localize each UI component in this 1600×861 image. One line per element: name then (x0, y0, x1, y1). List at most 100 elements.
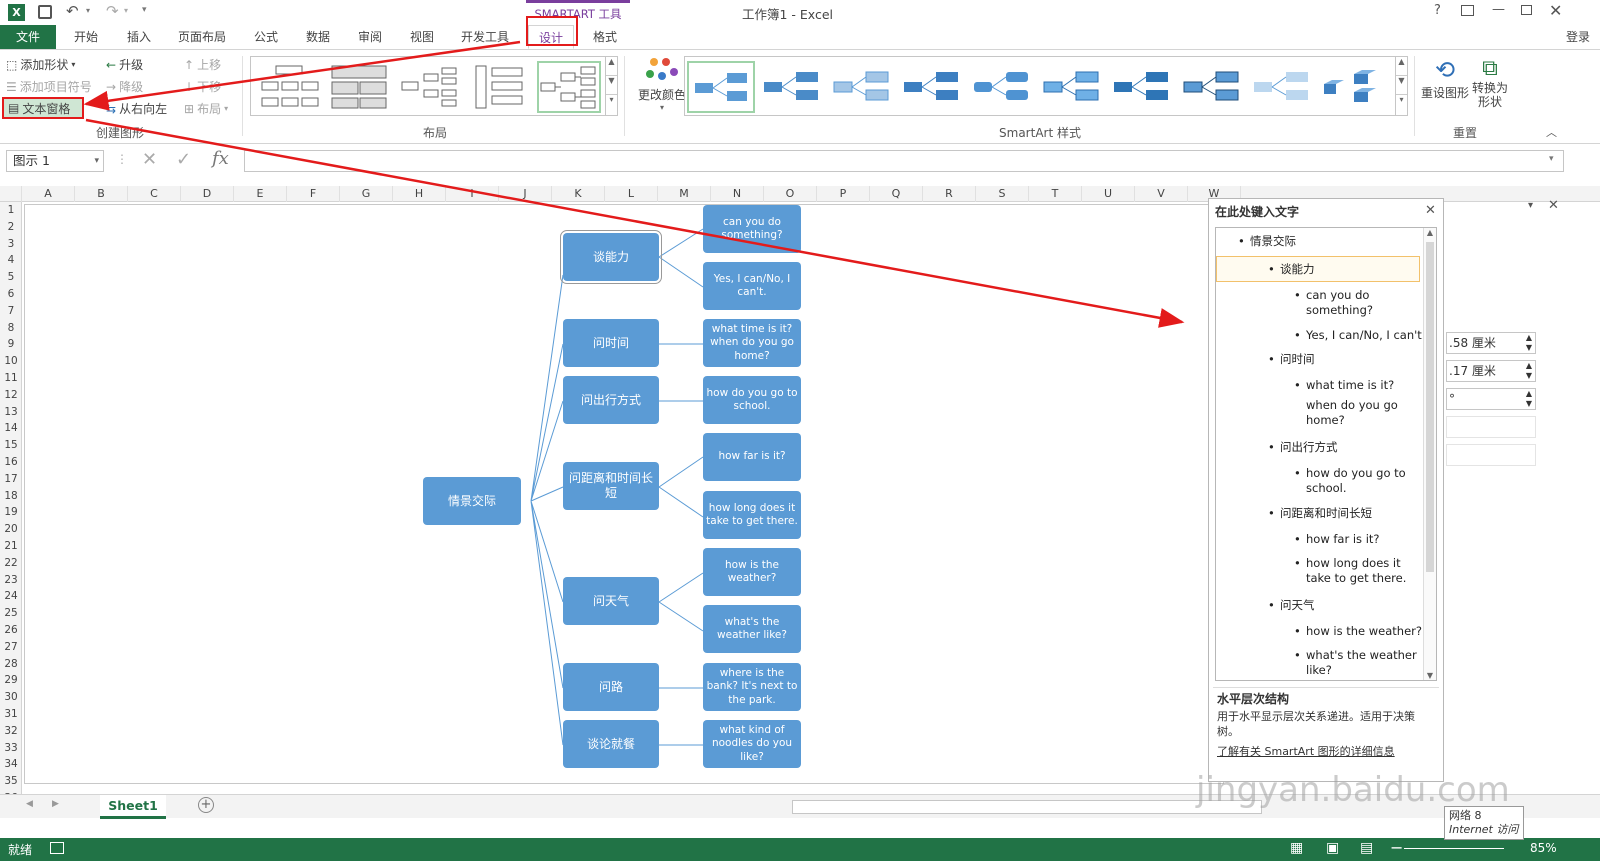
leaf-node[interactable]: what's the weather like? (703, 605, 801, 653)
sheet-tab[interactable]: Sheet1 (100, 795, 166, 819)
style-thumb-7[interactable] (1109, 61, 1173, 113)
tab-file[interactable]: 文件 (0, 25, 56, 49)
row-header[interactable]: 11 (0, 370, 22, 387)
column-header[interactable]: P (817, 186, 870, 202)
collapse-ribbon-icon[interactable]: ︿ (1546, 124, 1557, 140)
smartart-frame[interactable]: 情景交际 谈能力 问时间 问出行方式 问距离和时间长短 问天气 问路 谈论就餐 … (24, 204, 1224, 784)
row-header[interactable]: 19 (0, 504, 22, 521)
leaf-node[interactable]: how long does it take to get there. (703, 491, 801, 539)
tab-insert[interactable]: 插入 (117, 25, 161, 49)
customize-qat-icon[interactable]: ▾ (142, 5, 147, 15)
style-thumb-6[interactable] (1039, 61, 1103, 113)
close-icon[interactable]: ✕ (1549, 1, 1562, 20)
list-item[interactable]: • what's the weather like? (1294, 648, 1418, 678)
branch-node[interactable]: 问距离和时间长短 (563, 462, 659, 510)
macro-record-icon[interactable] (50, 842, 64, 854)
select-all-corner[interactable] (0, 186, 22, 202)
row-header[interactable]: 14 (0, 420, 22, 437)
width-field[interactable]: .17 厘米 ▲ ▼ (1446, 360, 1536, 382)
move-up-button[interactable]: ↑ 上移 (184, 56, 221, 73)
column-header[interactable]: V (1135, 186, 1188, 202)
list-item[interactable]: • how far is it? (1294, 532, 1426, 547)
row-header[interactable]: 2 (0, 219, 22, 236)
change-color-button[interactable]: 更改颜色 ▾ (632, 56, 692, 112)
row-header[interactable]: 12 (0, 387, 22, 404)
column-header[interactable]: O (764, 186, 817, 202)
minimize-icon[interactable]: — (1492, 2, 1505, 17)
leaf-node[interactable]: how is the weather? (703, 548, 801, 596)
column-header[interactable]: J (499, 186, 552, 202)
style-thumb-10[interactable] (1319, 61, 1383, 113)
right-to-left-button[interactable]: ⇆ 从右向左 (106, 100, 167, 117)
branch-node[interactable]: 谈能力 (560, 230, 662, 284)
row-header[interactable]: 35 (0, 773, 22, 790)
ribbon-display-icon[interactable] (1461, 5, 1474, 16)
undo-icon[interactable]: ↶ (66, 2, 79, 20)
layout-thumb-3[interactable] (397, 61, 461, 113)
text-pane-scrollbar[interactable]: ▲ ▼ (1423, 228, 1436, 680)
help-icon[interactable]: ? (1434, 3, 1441, 18)
cancel-icon[interactable]: ✕ (142, 149, 157, 170)
format-pane-dropdown-icon[interactable]: ▾ (1528, 200, 1533, 211)
row-header[interactable]: 26 (0, 622, 22, 639)
row-header[interactable]: 22 (0, 555, 22, 572)
promote-button[interactable]: ← 升级 (106, 56, 143, 73)
list-item[interactable]: • 问距离和时间长短 (1268, 506, 1372, 521)
rotation-field[interactable]: ° ▲ ▼ (1446, 388, 1536, 410)
page-layout-view-icon[interactable]: ▣ (1326, 840, 1339, 856)
tab-developer[interactable]: 开发工具 (454, 25, 516, 49)
list-item[interactable]: when do you go home? (1306, 398, 1416, 428)
style-thumb-1[interactable] (687, 61, 755, 113)
column-header[interactable]: I (446, 186, 499, 202)
leaf-node[interactable]: how do you go to school. (703, 376, 801, 424)
branch-node[interactable]: 问出行方式 (563, 376, 659, 424)
row-header[interactable]: 8 (0, 320, 22, 337)
row-header[interactable]: 21 (0, 538, 22, 555)
redo-icon[interactable]: ↷ (106, 2, 119, 20)
close-icon[interactable]: ✕ (1425, 203, 1436, 218)
save-icon[interactable] (38, 5, 52, 19)
format-pane-close-icon[interactable]: ✕ (1548, 198, 1559, 213)
leaf-node[interactable]: how far is it? (703, 433, 801, 481)
branch-node[interactable]: 问路 (563, 663, 659, 711)
style-thumb-4[interactable] (899, 61, 963, 113)
leaf-node[interactable]: what time is it? when do you go home? (703, 319, 801, 367)
row-header[interactable]: 27 (0, 639, 22, 656)
row-header[interactable]: 20 (0, 521, 22, 538)
list-item[interactable]: • 谈能力 (1268, 262, 1315, 277)
text-pane-list[interactable]: • 情景交际 • 谈能力 • can you do something? • Yes, … (1215, 227, 1437, 681)
name-box[interactable]: 图示 1 ▾ (6, 150, 104, 172)
restore-icon[interactable] (1521, 5, 1532, 15)
list-item[interactable]: • 问时间 (1268, 352, 1315, 367)
tab-page-layout[interactable]: 页面布局 (172, 25, 232, 49)
row-header[interactable]: 5 (0, 269, 22, 286)
horizontal-scrollbar[interactable] (792, 800, 1262, 814)
layout-gallery-scroll[interactable]: ▲ ▼ ▾ (605, 57, 617, 115)
row-header[interactable]: 18 (0, 488, 22, 505)
column-header[interactable]: Q (870, 186, 923, 202)
column-header[interactable]: D (181, 186, 234, 202)
row-header[interactable]: 7 (0, 303, 22, 320)
row-header[interactable]: 32 (0, 723, 22, 740)
row-header[interactable]: 30 (0, 689, 22, 706)
branch-node[interactable]: 问时间 (563, 319, 659, 367)
list-item[interactable]: • can you do something? (1294, 288, 1426, 318)
column-header[interactable]: B (75, 186, 128, 202)
style-thumb-8[interactable] (1179, 61, 1243, 113)
layout-thumb-4[interactable] (467, 61, 531, 113)
column-header[interactable]: U (1082, 186, 1135, 202)
add-sheet-icon[interactable]: + (198, 797, 214, 813)
sheet-prev-icon[interactable]: ◀ (26, 799, 33, 809)
zoom-level[interactable]: 85% (1530, 841, 1557, 855)
tab-view[interactable]: 视图 (400, 25, 444, 49)
column-header[interactable]: N (711, 186, 764, 202)
add-shape-button[interactable]: ⬚ 添加形状 ▾ (6, 56, 75, 73)
layout-thumb-horizontal-hierarchy[interactable] (537, 61, 601, 113)
layout-thumb-1[interactable] (257, 61, 321, 113)
row-header[interactable]: 6 (0, 286, 22, 303)
column-header[interactable]: R (923, 186, 976, 202)
reset-graphic-button[interactable]: ⟲ 重设图形 (1420, 56, 1470, 101)
expand-formula-icon[interactable]: ▾ (1549, 154, 1554, 164)
leaf-node[interactable]: Yes, I can/No, I can't. (703, 262, 801, 310)
layout-button[interactable]: ⊞ 布局 ▾ (184, 100, 228, 117)
